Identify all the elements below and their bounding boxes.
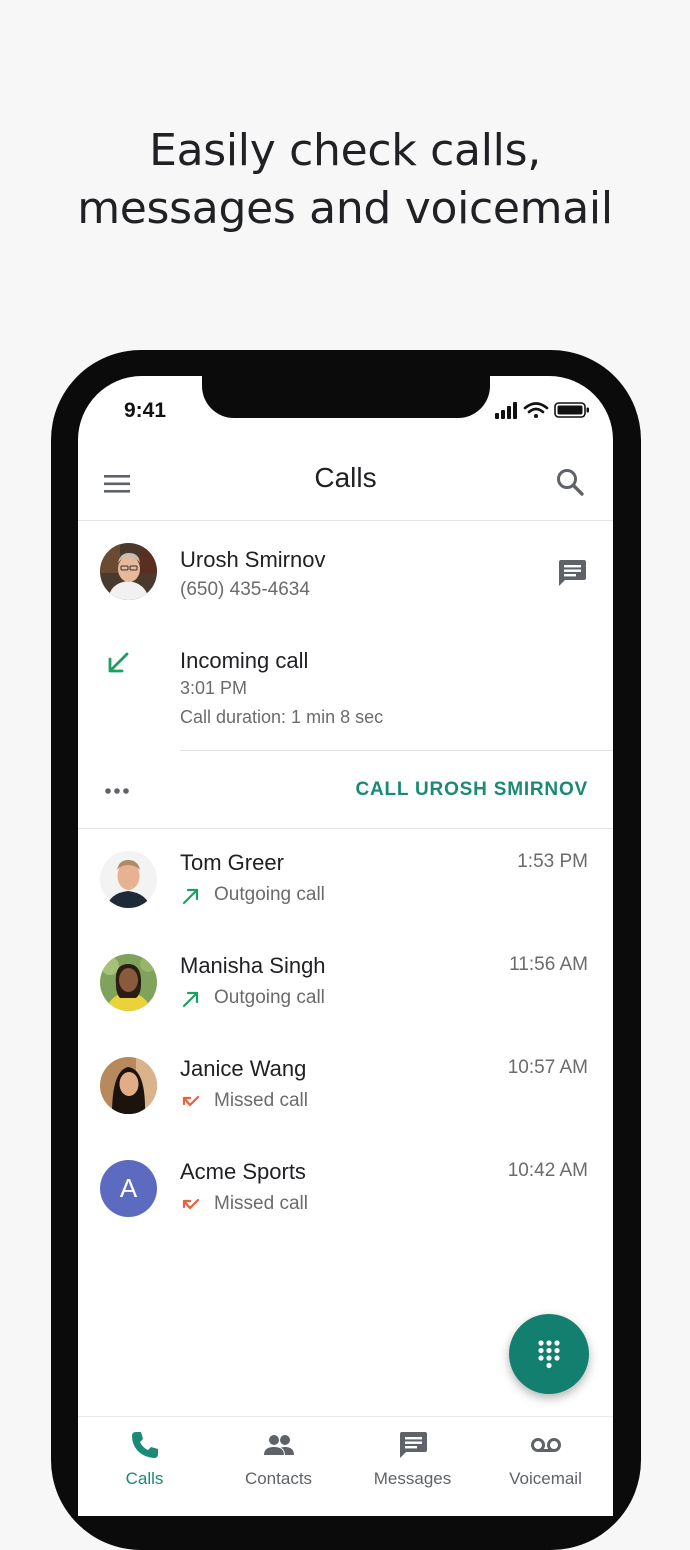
wifi-icon: [523, 402, 549, 418]
divider: [180, 750, 613, 751]
missed-call-icon: [182, 1095, 200, 1107]
contact-name: Acme Sports: [180, 1159, 306, 1184]
nav-messages[interactable]: Messages: [346, 1417, 479, 1516]
call-contact-button[interactable]: CALL UROSH SMIRNOV: [355, 779, 588, 801]
avatar[interactable]: [100, 851, 157, 908]
call-time: 10:57 AM: [507, 1057, 588, 1078]
nav-label: Calls: [125, 1469, 164, 1488]
status-time: 9:41: [124, 399, 167, 422]
incoming-call-icon: [108, 652, 129, 673]
headline-line-2: messages and voicemail: [77, 183, 613, 234]
missed-call-icon: [182, 1198, 200, 1210]
headline-line-1: Easily check calls,: [149, 125, 541, 176]
page-title: Calls: [314, 462, 377, 493]
signal-icon: [495, 402, 517, 419]
call-row[interactable]: Janice Wang Missed call 10:57 AM: [78, 1034, 613, 1137]
contact-name: Janice Wang: [180, 1056, 307, 1081]
call-type: Outgoing call: [214, 987, 325, 1008]
call-duration: Call duration: 1 min 8 sec: [180, 707, 384, 727]
call-type: Missed call: [214, 1193, 308, 1214]
contact-name: Tom Greer: [180, 850, 284, 875]
more-options-icon[interactable]: [104, 787, 130, 795]
phone-icon: [131, 1432, 158, 1458]
expanded-call-entry[interactable]: Urosh Smirnov (650) 435-4634 Incoming ca…: [78, 521, 613, 829]
nav-voicemail[interactable]: Voicemail: [479, 1417, 612, 1516]
avatar[interactable]: [100, 543, 157, 600]
call-time: 11:56 AM: [509, 954, 588, 975]
app-bar: Calls: [78, 448, 613, 521]
call-time: 1:53 PM: [517, 851, 588, 872]
outgoing-call-icon: [182, 991, 199, 1008]
contact-name: Urosh Smirnov: [180, 547, 326, 572]
avatar[interactable]: [100, 1057, 157, 1114]
call-row[interactable]: Tom Greer Outgoing call 1:53 PM: [78, 828, 613, 931]
nav-calls[interactable]: Calls: [78, 1417, 211, 1516]
contact-phone: (650) 435-4634: [180, 579, 310, 600]
search-icon[interactable]: [554, 466, 588, 500]
dialpad-button[interactable]: [509, 1314, 589, 1394]
call-type: Outgoing call: [214, 884, 325, 905]
headline: Easily check calls, messages and voicema…: [0, 122, 690, 238]
dialpad-icon: [538, 1340, 560, 1369]
phone-screen: 9:41 Calls Urosh Smirnov (650) 435-4634 …: [78, 376, 613, 1516]
call-time: 3:01 PM: [180, 678, 248, 698]
call-type: Missed call: [214, 1090, 308, 1111]
nav-label: Voicemail: [509, 1469, 582, 1488]
call-row[interactable]: Manisha Singh Outgoing call 11:56 AM: [78, 931, 613, 1034]
nav-contacts[interactable]: Contacts: [212, 1417, 345, 1516]
call-type: Incoming call: [180, 648, 309, 673]
avatar[interactable]: [100, 954, 157, 1011]
battery-icon: [554, 402, 589, 418]
bottom-navigation: Calls Contacts Messages Voicemail: [78, 1416, 613, 1516]
nav-label: Messages: [373, 1469, 452, 1488]
notch: [202, 376, 490, 418]
outgoing-call-icon: [182, 888, 199, 905]
voicemail-icon: [530, 1438, 561, 1452]
contact-name: Manisha Singh: [180, 953, 326, 978]
call-time: 10:42 AM: [507, 1160, 588, 1181]
people-icon: [263, 1435, 294, 1455]
status-icons: [495, 402, 589, 419]
call-row[interactable]: A Acme Sports Missed call 10:42 AM: [78, 1137, 613, 1240]
avatar-initial[interactable]: A: [100, 1160, 157, 1217]
nav-label: Contacts: [244, 1469, 313, 1488]
message-icon: [399, 1432, 427, 1458]
message-icon[interactable]: [556, 557, 588, 589]
